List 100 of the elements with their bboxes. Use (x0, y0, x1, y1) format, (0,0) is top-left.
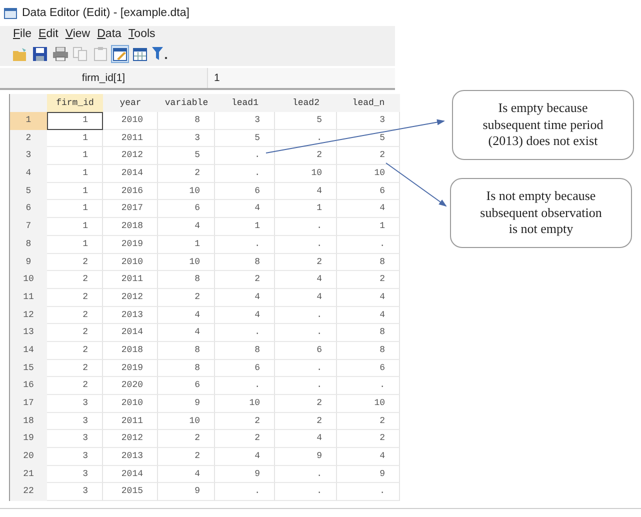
row-number[interactable]: 18 (10, 412, 47, 430)
row-number[interactable]: 20 (10, 448, 47, 466)
header-corner (10, 94, 47, 112)
row-number[interactable]: 22 (10, 483, 47, 502)
row-number[interactable]: 1 (10, 112, 47, 130)
column-header[interactable]: lead1 (215, 94, 275, 112)
row-number[interactable]: 21 (10, 466, 47, 484)
callout-note: Is not empty because subsequent observation is not empty (450, 178, 632, 248)
table-cell: . (275, 377, 337, 395)
row-number[interactable]: 5 (10, 182, 47, 200)
table-cell: 10 (275, 165, 337, 183)
callout-note: Is empty because subsequent time period (2013) does not exist (452, 90, 634, 160)
table-cell: 4 (215, 288, 275, 307)
column-header[interactable]: variable (158, 94, 215, 112)
table-cell: 2 (47, 306, 103, 324)
row-number[interactable]: 8 (10, 236, 47, 254)
save-icon (33, 47, 47, 61)
row-number[interactable]: 9 (10, 254, 47, 272)
table-cell: 2010 (103, 112, 158, 130)
table-cell: 2012 (103, 288, 158, 307)
row-number[interactable]: 11 (10, 288, 47, 307)
cell-value-field[interactable]: 1 (208, 68, 395, 88)
arrow (386, 162, 447, 207)
menu-item[interactable]: File (13, 28, 32, 40)
column-header[interactable]: firm_id (47, 94, 103, 112)
table-cell: 9 (158, 483, 215, 502)
column-header[interactable]: lead_n (337, 94, 400, 112)
column-header[interactable]: year (103, 94, 158, 112)
toolbar-button[interactable] (131, 45, 149, 63)
table-cell: 4 (337, 448, 400, 466)
row-number[interactable]: 14 (10, 342, 47, 360)
table-cell: 3 (47, 448, 103, 466)
table-cell: 8 (337, 324, 400, 342)
table-cell: 8 (337, 254, 400, 272)
table-cell: 4 (275, 271, 337, 289)
data-browser-icon (133, 47, 147, 61)
table-cell: . (215, 165, 275, 183)
table-cell: 4 (275, 430, 337, 448)
row-number[interactable]: 16 (10, 377, 47, 395)
table-cell: . (215, 377, 275, 395)
table-cell: 2 (337, 430, 400, 448)
table-cell: 2 (47, 254, 103, 272)
row-number[interactable]: 6 (10, 200, 47, 218)
table-cell: 2 (47, 377, 103, 395)
table-cell: 3 (47, 430, 103, 448)
column-header[interactable]: lead2 (275, 94, 337, 112)
menu-item[interactable]: Data (97, 28, 122, 40)
row-number[interactable]: 19 (10, 430, 47, 448)
table-cell: 2012 (103, 147, 158, 166)
menu-item[interactable]: Tools (128, 28, 156, 40)
table-cell: 2 (275, 395, 337, 413)
table-cell: 8 (215, 342, 275, 360)
table-cell: 2 (215, 430, 275, 448)
table-cell: 5 (337, 130, 400, 148)
toolbar-button[interactable] (31, 45, 49, 63)
table-cell: 1 (47, 236, 103, 254)
table-cell: 2018 (103, 218, 158, 236)
toolbar-button[interactable] (111, 45, 129, 63)
table-cell: . (275, 130, 337, 148)
row-number[interactable]: 4 (10, 165, 47, 183)
table-cell: . (275, 306, 337, 324)
table-cell: 9 (275, 448, 337, 466)
table-cell: 2016 (103, 182, 158, 200)
table-cell: 2012 (103, 430, 158, 448)
row-number[interactable]: 17 (10, 395, 47, 413)
table-cell: . (275, 466, 337, 484)
menu-item[interactable]: Edit (38, 28, 58, 40)
row-number[interactable]: 3 (10, 147, 47, 166)
table-cell: 3 (215, 112, 275, 130)
table-cell: 6 (337, 360, 400, 378)
row-number[interactable]: 2 (10, 130, 47, 148)
table-cell: 9 (158, 395, 215, 413)
table-cell: 2 (215, 412, 275, 430)
table-cell: 2011 (103, 412, 158, 430)
table-cell: 1 (47, 218, 103, 236)
row-number[interactable]: 7 (10, 218, 47, 236)
menu-item[interactable]: View (65, 28, 90, 40)
table-cell: 2 (337, 412, 400, 430)
table-cell: 4 (337, 306, 400, 324)
row-number[interactable]: 15 (10, 360, 47, 378)
table-cell: 3 (47, 395, 103, 413)
table-cell: 2 (275, 147, 337, 166)
toolbar-button[interactable] (51, 45, 69, 63)
row-number[interactable]: 12 (10, 306, 47, 324)
table-cell: 2010 (103, 395, 158, 413)
table-cell: 4 (158, 324, 215, 342)
row-number[interactable]: 10 (10, 271, 47, 289)
table-cell: 1 (158, 236, 215, 254)
row-number[interactable]: 13 (10, 324, 47, 342)
table-cell: . (275, 236, 337, 254)
table-cell: 9 (337, 466, 400, 484)
data-editor-icon (112, 47, 128, 61)
table-cell: 2 (337, 271, 400, 289)
table-cell: 2 (47, 271, 103, 289)
table-cell: 10 (215, 395, 275, 413)
table-cell: 8 (158, 360, 215, 378)
toolbar-button[interactable] (151, 45, 169, 63)
table-cell: 2010 (103, 254, 158, 272)
table-cell: 2 (215, 271, 275, 289)
table-cell: 2 (337, 147, 400, 166)
